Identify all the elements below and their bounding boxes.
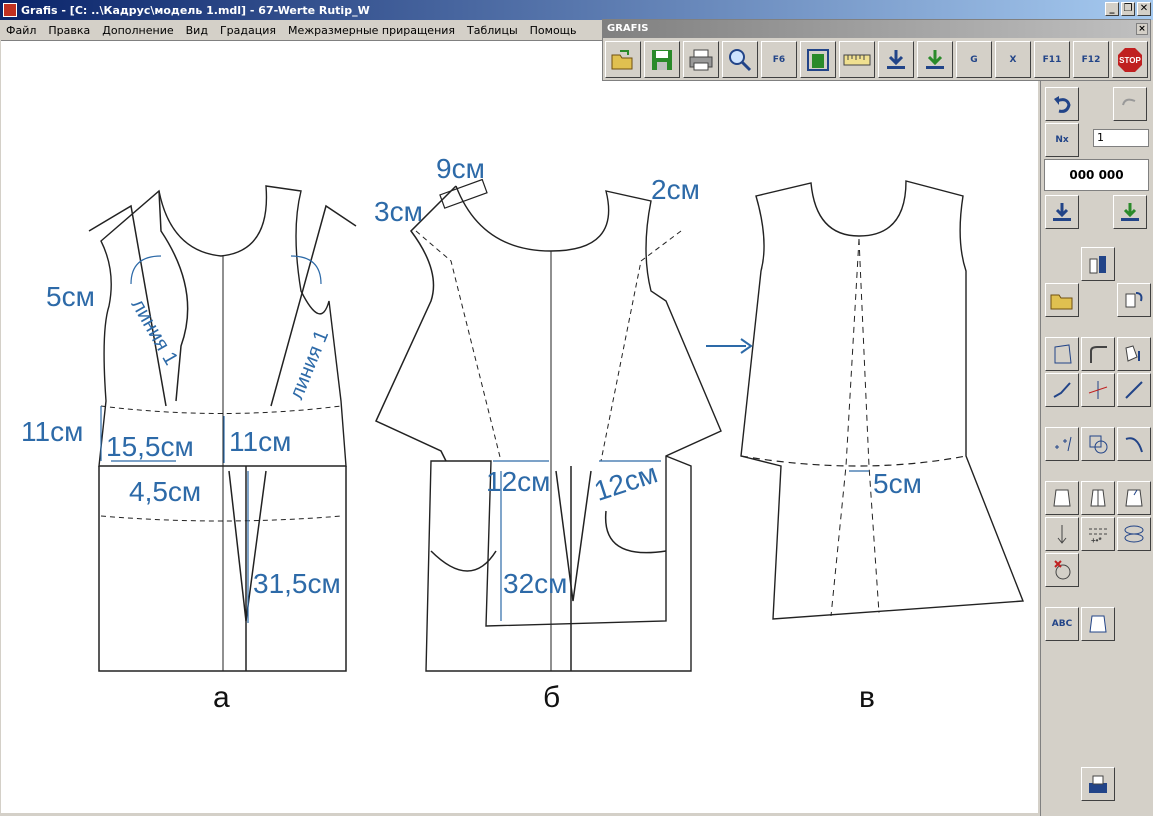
text-tool-icon[interactable]: ABC: [1045, 607, 1079, 641]
fig-a-dash1: [100, 405, 342, 414]
download-icon[interactable]: [878, 41, 914, 78]
save-icon[interactable]: [644, 41, 680, 78]
caption-a: а: [213, 681, 230, 714]
seam-tool-icon[interactable]: [1117, 517, 1151, 551]
piece-c-icon[interactable]: [1117, 481, 1151, 515]
print-icon[interactable]: [683, 41, 719, 78]
shape-tool-icon[interactable]: [1045, 337, 1079, 371]
label-a-5cm: 5см: [46, 281, 95, 312]
svg-text:+•*: +•*: [1091, 536, 1102, 545]
menu-file[interactable]: Файл: [0, 24, 42, 37]
toolbar-close-button[interactable]: ×: [1136, 23, 1148, 35]
label-a-11cm-2: 11см: [229, 426, 291, 457]
stop-icon[interactable]: STOP: [1112, 41, 1148, 78]
caption-b: б: [543, 681, 560, 714]
undo-icon[interactable]: [1045, 87, 1079, 121]
g-icon[interactable]: G: [956, 41, 992, 78]
fig-a-dash2: [100, 515, 342, 522]
cross-tool-icon[interactable]: [1081, 373, 1115, 407]
grafis-toolbar: GRAFIS × F6 G X F11 F12 STOP: [602, 19, 1151, 81]
shapes-tool-icon[interactable]: [1081, 427, 1115, 461]
piece-a-icon[interactable]: [1045, 481, 1079, 515]
curve-tool-icon[interactable]: [1081, 337, 1115, 371]
label-b-3cm: 3см: [374, 196, 423, 227]
pattern-drawing: 5см 11см 15,5см 11см 4,5см 31,5см линия …: [21, 153, 1024, 714]
import-icon[interactable]: [917, 41, 953, 78]
menu-addon[interactable]: Дополнение: [96, 24, 179, 37]
label-a-315cm: 31,5см: [253, 568, 341, 599]
right-tool-panel: Nx 1 000 000 +•* ABC: [1040, 81, 1153, 816]
minimize-button[interactable]: _: [1105, 2, 1119, 16]
fig-c-outline: [740, 180, 1024, 620]
label-b-12cm-right: 12см: [590, 457, 661, 506]
measure-tool-icon[interactable]: [1045, 517, 1079, 551]
piece-b-icon[interactable]: [1081, 481, 1115, 515]
diagonal-tool-icon[interactable]: [1117, 373, 1151, 407]
f11-icon[interactable]: F11: [1034, 41, 1070, 78]
label-a-45cm: 4,5см: [129, 476, 201, 507]
ruler-icon[interactable]: [839, 41, 875, 78]
plot-icon[interactable]: [1081, 767, 1115, 801]
label-c-5cm: 5см: [873, 468, 922, 499]
label-b-32cm: 32см: [503, 568, 567, 599]
copy-piece-icon[interactable]: [1117, 283, 1151, 317]
delete-piece-icon[interactable]: [1045, 553, 1079, 587]
menu-edit[interactable]: Правка: [42, 24, 96, 37]
label-a-line1-left: линия 1: [127, 295, 182, 369]
arrow-a-left: [130, 255, 162, 285]
f6-zoom-icon[interactable]: F6: [761, 41, 797, 78]
menu-grading[interactable]: Градация: [214, 24, 282, 37]
menu-view[interactable]: Вид: [180, 24, 214, 37]
fig-b-left: [375, 185, 457, 462]
label-a-155cm: 15,5см: [106, 431, 194, 462]
label-a-line1-right: линия 1: [286, 327, 334, 403]
points-tool-icon[interactable]: [1045, 427, 1079, 461]
fig-b-dash1: [415, 230, 502, 462]
title-bar: Grafis - [C: ..\Кадрус\модель 1.mdl] - 6…: [0, 0, 1153, 20]
bezier-tool-icon[interactable]: [1117, 427, 1151, 461]
line-tool-icon[interactable]: [1045, 373, 1079, 407]
download-green-icon[interactable]: [1113, 195, 1147, 229]
menu-increments[interactable]: Межразмерные приращения: [282, 24, 461, 37]
window-title: Grafis - [C: ..\Кадрус\модель 1.mdl] - 6…: [21, 3, 370, 17]
label-b-2cm: 2см: [651, 174, 700, 205]
download-blue-icon[interactable]: [1045, 195, 1079, 229]
fig-a-outline: [158, 190, 189, 402]
menu-help[interactable]: Помощь: [524, 24, 583, 37]
label-b-12cm-left: 12см: [486, 466, 550, 497]
app-icon: [3, 3, 17, 17]
fig-c-dash1: [830, 238, 860, 617]
label-b-9cm: 9см: [436, 153, 485, 184]
zoom-icon[interactable]: [722, 41, 758, 78]
nx-field[interactable]: 1: [1093, 129, 1149, 147]
fig-c-dash2: [858, 238, 880, 614]
redo-icon[interactable]: [1113, 87, 1147, 121]
fig-b-dash2: [600, 230, 682, 462]
nx-icon[interactable]: Nx: [1045, 123, 1079, 157]
dash-tool-icon[interactable]: +•*: [1081, 517, 1115, 551]
frame-icon[interactable]: [800, 41, 836, 78]
restore-button[interactable]: ❐: [1121, 2, 1135, 16]
open-icon[interactable]: [605, 41, 641, 78]
folder-open-icon[interactable]: [1045, 283, 1079, 317]
close-button[interactable]: ✕: [1137, 2, 1151, 16]
label-piece-icon[interactable]: [1081, 607, 1115, 641]
counter-display: 000 000: [1044, 159, 1149, 191]
drawing-canvas[interactable]: 5см 11см 15,5см 11см 4,5см 31,5см линия …: [1, 40, 1038, 813]
fig-b-pocket-left: [430, 550, 497, 572]
piece-edit-icon[interactable]: [1117, 337, 1151, 371]
fig-b-pocket-right: [604, 510, 667, 554]
f12-icon[interactable]: F12: [1073, 41, 1109, 78]
x-icon[interactable]: X: [995, 41, 1031, 78]
pieces-icon[interactable]: [1081, 247, 1115, 281]
menu-tables[interactable]: Таблицы: [461, 24, 524, 37]
caption-c: в: [859, 681, 875, 714]
label-a-11cm: 11см: [21, 416, 83, 447]
svg-text:STOP: STOP: [1119, 56, 1141, 65]
toolbar-title: GRAFIS ×: [603, 20, 1150, 38]
